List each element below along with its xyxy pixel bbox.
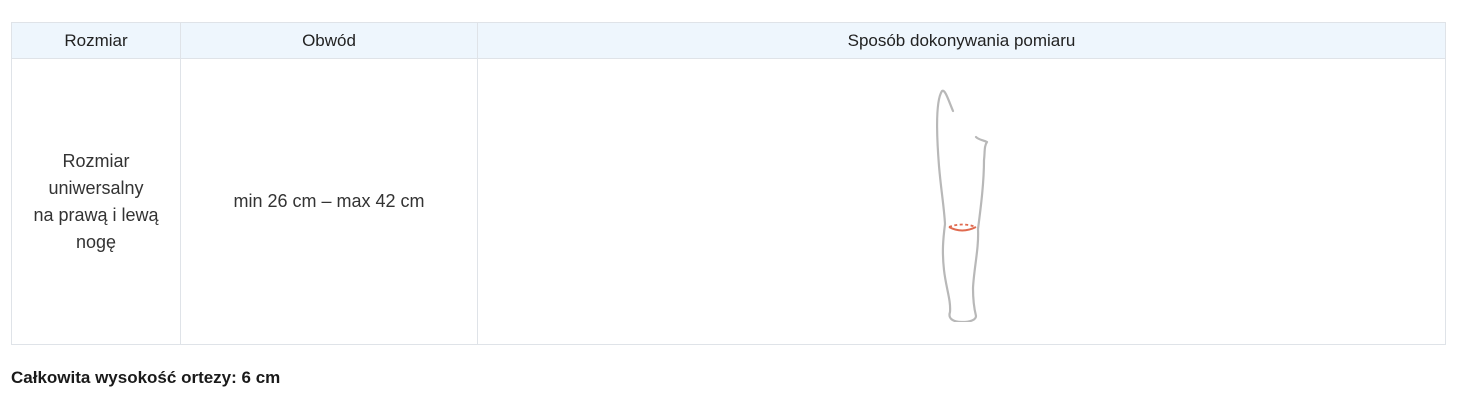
leg-knee-measurement-icon bbox=[935, 89, 988, 322]
size-chart-table: Rozmiar Obwód Sposób dokonywania pomiaru… bbox=[11, 22, 1446, 345]
size-value: Rozmiar uniwersalny na prawą i lewą nogę bbox=[33, 150, 159, 252]
knee-measure-line-back bbox=[948, 223, 976, 228]
header-measurement-method: Sposób dokonywania pomiaru bbox=[477, 22, 1446, 59]
knee-measure-line-front bbox=[948, 225, 976, 231]
table-row: Rozmiar uniwersalny na prawą i lewą nogę… bbox=[11, 58, 1446, 345]
circumference-value: min 26 cm – max 42 cm bbox=[233, 191, 425, 211]
measurement-method-cell bbox=[477, 58, 1446, 345]
table-header-row: Rozmiar Obwód Sposób dokonywania pomiaru bbox=[11, 22, 1446, 59]
total-height-note: Całkowita wysokość ortezy: 6 cm bbox=[11, 368, 281, 387]
circumference-cell: min 26 cm – max 42 cm bbox=[180, 58, 478, 345]
header-size: Rozmiar bbox=[11, 22, 181, 59]
size-cell: Rozmiar uniwersalny na prawą i lewą nogę bbox=[11, 58, 181, 345]
header-circumference: Obwód bbox=[180, 22, 478, 59]
